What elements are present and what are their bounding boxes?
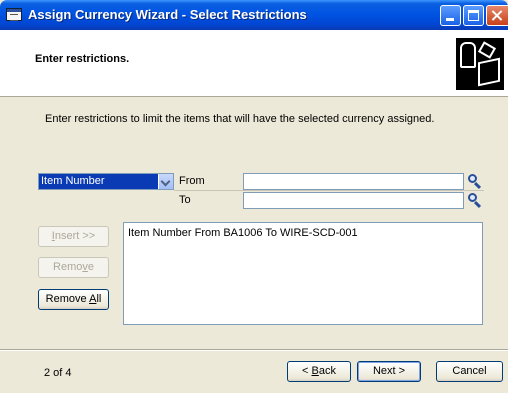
cancel-button[interactable]: Cancel — [436, 361, 503, 382]
back-button[interactable]: < Back — [287, 361, 351, 382]
title-bar[interactable]: Assign Currency Wizard - Select Restrict… — [0, 0, 508, 30]
restrictions-list[interactable]: Item Number From BA1006 To WIRE-SCD-001 — [123, 222, 483, 325]
from-field[interactable] — [243, 173, 464, 190]
minimize-icon[interactable] — [440, 5, 461, 26]
list-item[interactable]: Item Number From BA1006 To WIRE-SCD-001 — [128, 227, 358, 239]
page-indicator: 2 of 4 — [44, 367, 72, 379]
wizard-icon — [456, 38, 504, 90]
wizard-window: Assign Currency Wizard - Select Restrict… — [0, 0, 508, 393]
remove-all-button[interactable]: Remove All — [38, 289, 109, 310]
footer-divider — [0, 349, 508, 351]
close-icon[interactable] — [486, 5, 508, 26]
divider — [174, 190, 484, 191]
chevron-down-icon[interactable] — [158, 174, 173, 189]
maximize-icon[interactable] — [463, 5, 484, 26]
page-title: Enter restrictions. — [35, 53, 130, 65]
lookup-icon[interactable] — [466, 192, 483, 209]
next-button[interactable]: Next > — [357, 361, 421, 382]
insert-button[interactable]: Insert >> — [38, 226, 109, 247]
wizard-header: Enter restrictions. — [0, 30, 508, 97]
to-field[interactable] — [243, 192, 464, 209]
lookup-icon[interactable] — [466, 173, 483, 190]
restriction-field-value: Item Number — [41, 175, 105, 187]
instructions-text: Enter restrictions to limit the items th… — [45, 113, 435, 125]
restriction-field-select[interactable]: Item Number — [38, 173, 174, 190]
app-icon — [6, 8, 22, 21]
from-label: From — [179, 175, 205, 187]
to-label: To — [179, 194, 191, 206]
remove-button[interactable]: Remove — [38, 257, 109, 278]
window-title: Assign Currency Wizard - Select Restrict… — [28, 7, 307, 22]
